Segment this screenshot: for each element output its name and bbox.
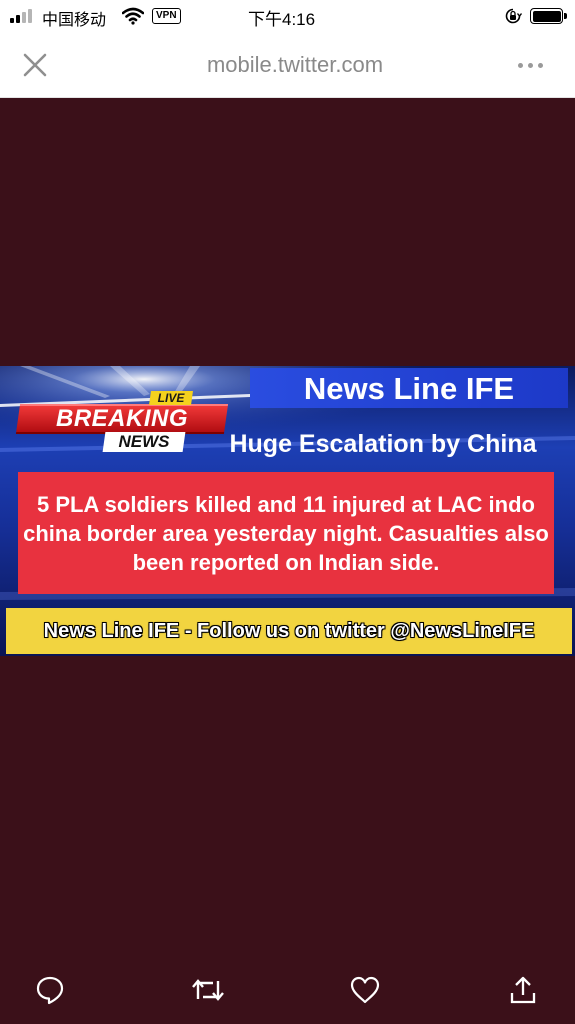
news-image[interactable]: News Line IFE BREAKING LIVE NEWS Huge Es… <box>0 366 575 656</box>
screen: 中国移动 VPN 下午4:16 mobile.twitter.com News … <box>0 0 575 1024</box>
cellular-signal-icon <box>10 9 36 23</box>
media-viewer: News Line IFE BREAKING LIVE NEWS Huge Es… <box>0 98 575 1024</box>
news-subtitle: Huge Escalation by China <box>229 430 537 458</box>
retweet-icon <box>192 979 224 1001</box>
vpn-badge: VPN <box>152 8 181 24</box>
browser-header: mobile.twitter.com <box>0 32 575 98</box>
breaking-label: BREAKING <box>55 405 188 432</box>
wifi-icon <box>122 7 144 25</box>
ticker-text: News Line IFE - Follow us on twitter @Ne… <box>43 619 535 642</box>
orientation-lock-icon <box>505 8 522 24</box>
battery-icon <box>530 8 568 24</box>
news-label: NEWS <box>118 432 170 451</box>
share-icon <box>510 976 536 1004</box>
headline-box: 5 PLA soldiers killed and 11 injured at … <box>18 472 554 594</box>
ticker-band: News Line IFE - Follow us on twitter @Ne… <box>6 608 572 654</box>
like-icon <box>350 976 380 1004</box>
more-options-icon[interactable] <box>510 52 550 78</box>
like-button[interactable] <box>345 970 385 1010</box>
channel-title: News Line IFE <box>303 371 515 406</box>
reply-icon <box>36 976 64 1005</box>
clock: 下午4:16 <box>248 10 316 29</box>
status-bar: 中国移动 VPN 下午4:16 <box>0 0 575 32</box>
share-button[interactable] <box>503 970 543 1010</box>
retweet-button[interactable] <box>188 970 228 1010</box>
reply-button[interactable] <box>30 970 70 1010</box>
live-label: LIVE <box>157 391 185 405</box>
carrier-name: 中国移动 <box>42 12 107 29</box>
headline-text: 5 PLA soldiers killed and 11 injured at … <box>23 491 549 575</box>
url-display[interactable]: mobile.twitter.com <box>0 52 575 78</box>
